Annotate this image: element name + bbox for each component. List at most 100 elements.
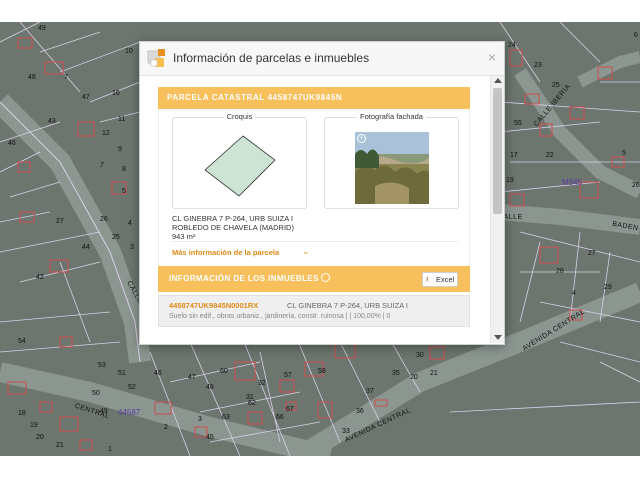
parcel-number: 21 <box>430 370 438 377</box>
parcel-number: 16 <box>112 90 120 97</box>
parcel-number: 4 <box>572 290 576 297</box>
parcel-header-title: PARCELA CATASTRAL 4458747UK9845N <box>167 93 343 102</box>
parcel-header: PARCELA CATASTRAL 4458747UK9845N <box>158 87 470 109</box>
parcel-number: 9 <box>118 146 122 153</box>
inmueble-detail: Suelo sin edif., obras urbaniz., jardine… <box>169 313 391 320</box>
fachada-card[interactable]: Fotografía fachada + <box>324 112 459 209</box>
parcel-number: 44 <box>82 244 90 251</box>
inmueble-row[interactable]: 4458747UK9845N0001RX CL GINEBRA 7 P-264,… <box>158 295 470 327</box>
croquis-sketch[interactable] <box>201 134 277 198</box>
inmueble-address: CL GINEBRA 7 P-264, URB SUIZA I <box>287 301 409 310</box>
parcel-number: 20 <box>410 374 418 381</box>
parcel-number: 22 <box>546 152 554 159</box>
close-icon[interactable]: × <box>488 49 496 65</box>
parcel-number: 43 <box>48 118 56 125</box>
excel-label: Excel <box>436 275 455 284</box>
parcel-number: 6 <box>634 32 638 39</box>
parcel-number: 51 <box>118 370 126 377</box>
parcel-number: 63 <box>222 414 230 421</box>
parcel-number: 55 <box>514 120 522 127</box>
parcel-number: 3 <box>198 416 202 423</box>
parcel-address-line1: CL GINEBRA 7 P-264, URB SUIZA I <box>172 214 294 223</box>
parcel-number: 45 <box>206 434 214 441</box>
dialog-body: PARCELA CATASTRAL 4458747UK9845N Croquis… <box>140 76 490 343</box>
dialog-header: Información de parcelas e inmuebles × <box>140 42 504 76</box>
zone-label: M945 <box>562 178 583 187</box>
facade-photo[interactable] <box>355 132 429 204</box>
download-icon: ⭳ <box>426 276 429 283</box>
parcel-number: 50 <box>92 390 100 397</box>
inmuebles-header-title: INFORMACIÓN DE LOS INMUEBLES <box>169 274 319 283</box>
parcel-number: 30 <box>416 352 424 359</box>
parcel-number: 54 <box>18 338 26 345</box>
parcel-number: 49 <box>38 25 46 32</box>
parcel-number: 4 <box>128 220 132 227</box>
parcel-number: 5 <box>122 188 126 195</box>
parcel-number: 3 <box>130 244 134 251</box>
zoom-in-icon[interactable]: + <box>357 134 366 143</box>
parcel-number: 26 <box>632 182 640 189</box>
parcel-area: 943 m² <box>172 232 196 241</box>
parcel-number: 42 <box>36 274 44 281</box>
croquis-card[interactable]: Croquis <box>172 112 307 209</box>
parcel-number: 19 <box>30 422 38 429</box>
parcel-number: 25 <box>552 82 560 89</box>
collapse-icon[interactable] <box>320 273 330 283</box>
parcel-number: 5 <box>622 150 626 157</box>
catastro-logo-icon <box>147 49 165 67</box>
parcel-number: 17 <box>510 152 518 159</box>
parcel-number: 57 <box>284 372 292 379</box>
dialog-title: Información de parcelas e inmuebles <box>173 51 370 65</box>
parcel-panel: Croquis Fotografía fachada + CL GINEBRA … <box>158 109 470 267</box>
parcel-number: 23 <box>534 62 542 69</box>
parcel-number: 62 <box>248 400 256 407</box>
parcel-number: 24 <box>508 42 516 49</box>
parcel-number: 2 <box>164 424 168 431</box>
parcel-number: 10 <box>125 48 133 55</box>
more-info-link[interactable]: Más información de la parcela <box>172 248 279 257</box>
parcel-number: 48 <box>206 384 214 391</box>
parcel-number: 20 <box>36 434 44 441</box>
dialog-scrollbar[interactable] <box>490 76 504 343</box>
parcel-address-line2: ROBLEDO DE CHAVELA (MADRID) <box>172 223 294 232</box>
parcel-number: 8 <box>122 166 126 173</box>
excel-export-button[interactable]: ⭳ Excel <box>422 272 458 287</box>
parcel-number: 53 <box>98 362 106 369</box>
parcel-number: 27 <box>56 218 64 225</box>
parcel-number: 27 <box>588 250 596 257</box>
parcel-number: 7 <box>100 162 104 169</box>
parcel-number: 46 <box>154 370 162 377</box>
parcel-number: 66 <box>276 414 284 421</box>
parcel-number: 36 <box>356 408 364 415</box>
parcel-number: 52 <box>128 384 136 391</box>
inmuebles-header: INFORMACIÓN DE LOS INMUEBLES ⭳ Excel <box>158 266 470 292</box>
parcel-number: 67 <box>286 406 294 413</box>
parcel-number: 60 <box>220 368 228 375</box>
parcel-number: 31 <box>246 394 254 401</box>
parcel-number: 47 <box>188 374 196 381</box>
inmueble-reference-link[interactable]: 4458747UK9845N0001RX <box>169 301 258 310</box>
fachada-label: Fotografía fachada <box>357 112 426 121</box>
parcel-number: 7 <box>64 74 68 81</box>
parcel-number: 58 <box>318 368 326 375</box>
chevron-down-icon[interactable]: ⌄ <box>302 246 310 257</box>
parcel-number: 48 <box>28 74 36 81</box>
parcel-number: 35 <box>392 370 400 377</box>
parcel-number: 25 <box>112 234 120 241</box>
parcel-number: 19 <box>506 177 514 184</box>
croquis-label: Croquis <box>223 112 256 121</box>
parcel-number: 26 <box>100 216 108 223</box>
zone-label: 44587 <box>118 408 141 417</box>
parcel-number: 28 <box>556 268 564 275</box>
parcel-number: 18 <box>18 410 26 417</box>
scroll-up-icon[interactable] <box>494 78 502 83</box>
divider <box>172 241 458 242</box>
parcel-number: 21 <box>56 442 64 449</box>
parcel-number: 32 <box>258 380 266 387</box>
parcel-number: 1 <box>108 446 112 453</box>
scroll-thumb[interactable] <box>493 88 502 214</box>
scroll-down-icon[interactable] <box>494 335 502 340</box>
parcel-number: 47 <box>82 94 90 101</box>
parcel-number: 11 <box>118 116 126 123</box>
parcel-number: 37 <box>366 388 374 395</box>
